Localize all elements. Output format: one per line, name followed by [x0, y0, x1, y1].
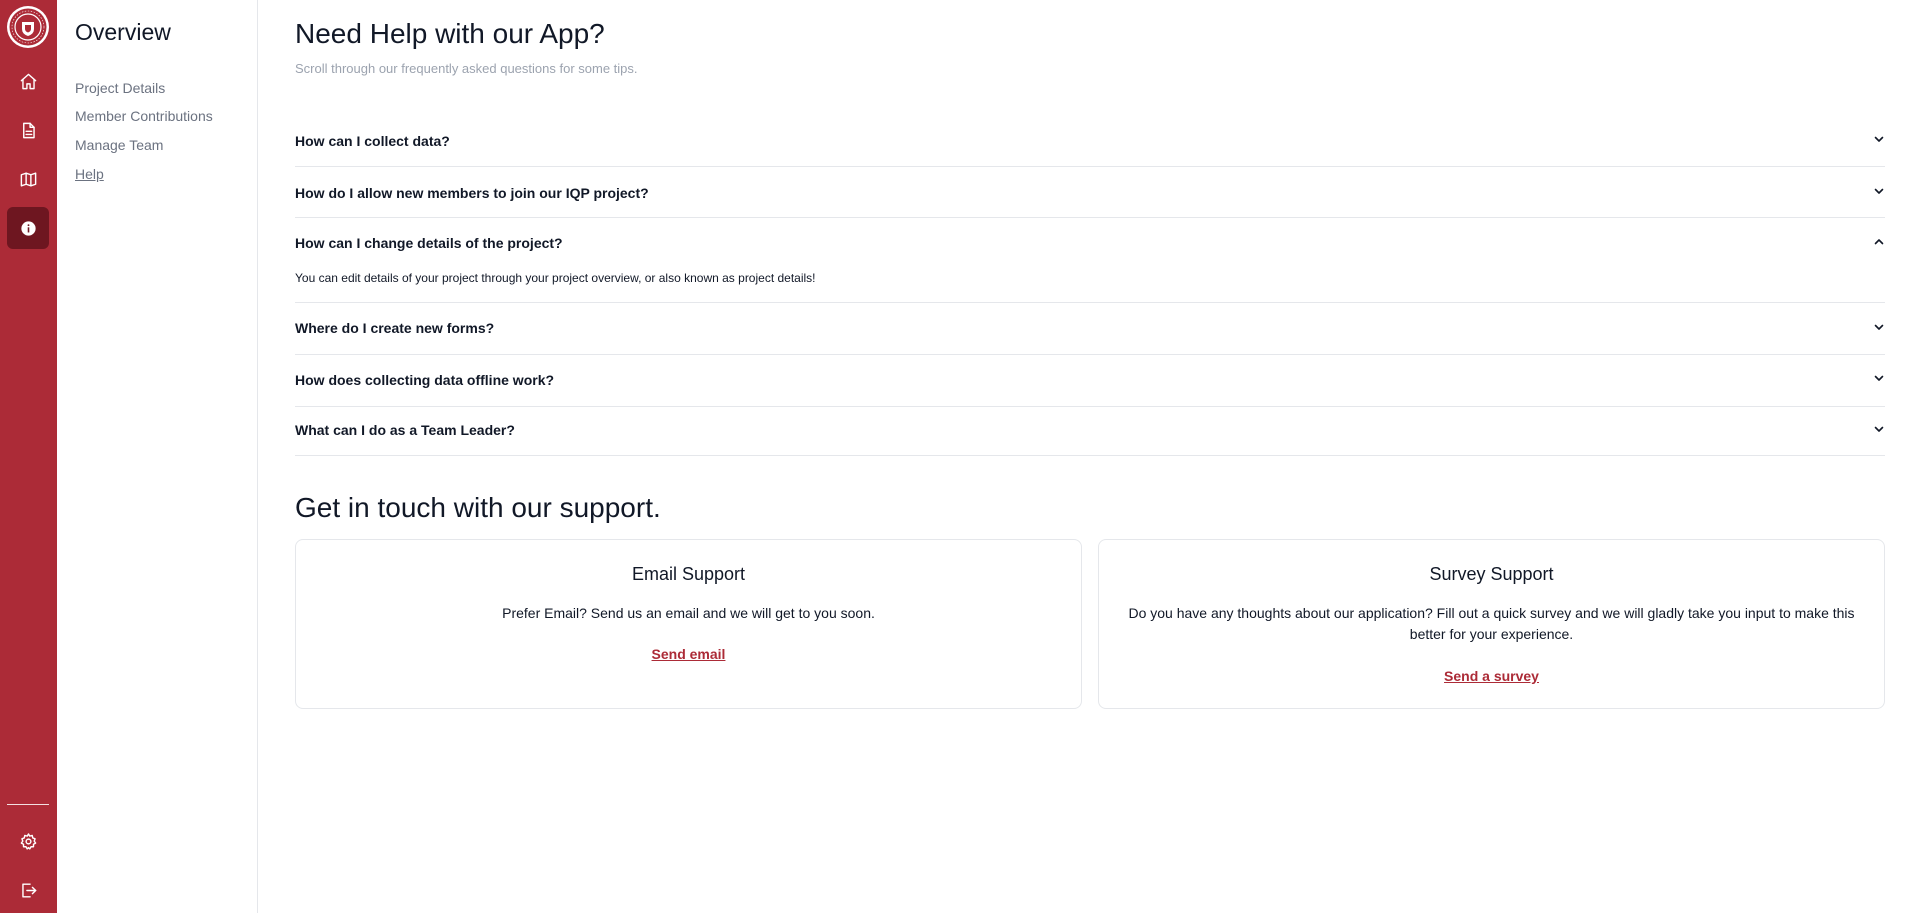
page-subtitle: Scroll through our frequently asked ques… — [295, 61, 638, 76]
chevron-down-icon[interactable] — [1873, 372, 1885, 384]
email-support-card: Email Support Prefer Email? Send us an e… — [295, 539, 1082, 709]
faq-question[interactable]: How does collecting data offline work? — [295, 372, 554, 388]
chevron-down-icon[interactable] — [1873, 185, 1885, 197]
faq-question[interactable]: What can I do as a Team Leader? — [295, 422, 515, 438]
faq-answer: You can edit details of your project thr… — [295, 271, 816, 285]
info-icon[interactable] — [7, 207, 49, 249]
card-text: Do you have any thoughts about our appli… — [1128, 605, 1855, 642]
chevron-down-icon[interactable] — [1873, 321, 1885, 333]
faq-question[interactable]: How do I allow new members to join our I… — [295, 185, 649, 201]
sidebar-item-member-contributions[interactable]: Member Contributions — [75, 108, 213, 124]
settings-icon[interactable] — [7, 820, 49, 862]
sidebar-title: Overview — [75, 19, 171, 45]
faq-question[interactable]: Where do I create new forms? — [295, 320, 494, 336]
card-text: Prefer Email? Send us an email and we wi… — [502, 605, 875, 621]
faq-item[interactable]: How does collecting data offline work? — [295, 355, 1885, 407]
support-heading: Get in touch with our support. — [295, 492, 661, 523]
card-title: Email Support — [631, 564, 746, 584]
university-seal-icon[interactable] — [7, 6, 49, 48]
chevron-up-icon[interactable] — [1873, 236, 1885, 248]
survey-support-card: Survey Support Do you have any thoughts … — [1098, 539, 1885, 709]
card-title: Survey Support — [1429, 564, 1554, 584]
map-icon[interactable] — [7, 158, 49, 200]
send-survey-link[interactable]: Send a survey — [1099, 668, 1884, 684]
page-title: Need Help with our App? — [295, 18, 605, 49]
faq-item[interactable]: How do I allow new members to join our I… — [295, 167, 1885, 218]
sidebar-item-manage-team[interactable]: Manage Team — [75, 137, 163, 153]
sidebar-item-help[interactable]: Help — [75, 166, 104, 182]
faq-item[interactable]: What can I do as a Team Leader? — [295, 407, 1885, 456]
rail-divider — [7, 804, 49, 805]
faq-question[interactable]: How can I change details of the project? — [295, 235, 563, 251]
logout-icon[interactable] — [7, 869, 49, 911]
chevron-down-icon[interactable] — [1873, 423, 1885, 435]
icon-rail — [0, 0, 57, 913]
faq-question[interactable]: How can I collect data? — [295, 133, 450, 149]
chevron-down-icon[interactable] — [1873, 133, 1885, 145]
faq-item[interactable]: How can I collect data? — [295, 115, 1885, 167]
send-email-link[interactable]: Send email — [296, 646, 1081, 662]
secondary-sidebar: Overview Project Details Member Contribu… — [57, 0, 258, 913]
faq-item[interactable]: Where do I create new forms? — [295, 303, 1885, 355]
sidebar-item-project-details[interactable]: Project Details — [75, 80, 165, 96]
faq-item-open[interactable]: How can I change details of the project?… — [295, 218, 1885, 303]
document-icon[interactable] — [7, 109, 49, 151]
home-icon[interactable] — [7, 60, 49, 102]
